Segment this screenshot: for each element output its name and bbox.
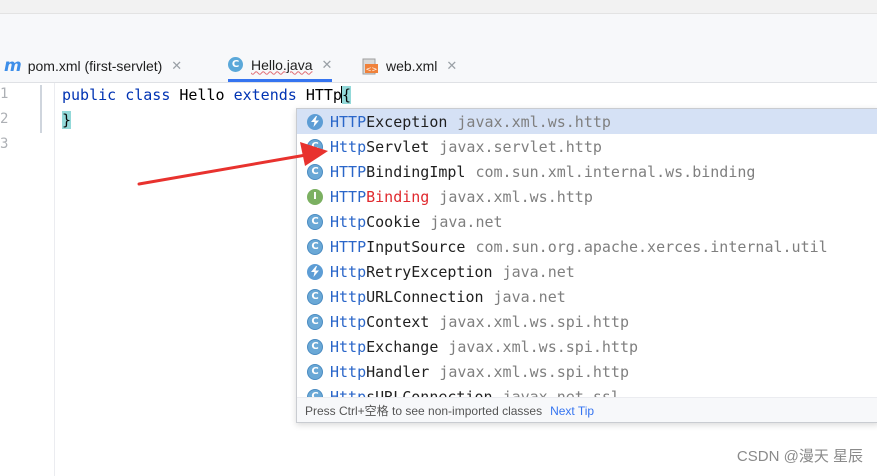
match-text: Http (330, 262, 367, 281)
maven-icon: m (4, 56, 22, 76)
class-icon: C (307, 163, 323, 180)
close-icon[interactable]: ✕ (171, 58, 182, 74)
package-name: javax.xml.ws.spi.http (448, 337, 639, 356)
class-name-rest: URLConnection (366, 287, 484, 306)
match-text: Http (330, 337, 367, 356)
class-icon: C (307, 288, 323, 305)
match-text: Http (330, 362, 367, 381)
class-icon: C (307, 213, 323, 230)
java-class-icon: C (228, 57, 243, 72)
typed-text: HTTp (305, 86, 342, 104)
package-name: java.net (502, 262, 575, 281)
class-name-rest: Cookie (366, 212, 421, 231)
package-name: javax.xml.ws.spi.http (439, 312, 629, 331)
tab-label: web.xml (386, 58, 438, 74)
code-line-2[interactable]: } (62, 111, 72, 129)
package-name: com.sun.org.apache.xerces.internal.util (475, 237, 828, 256)
class-name: Hello (179, 86, 225, 104)
class-name-rest: sURLConnection (366, 387, 493, 398)
class-name-rest: Exception (366, 112, 448, 131)
next-tip-link[interactable]: Next Tip (550, 404, 594, 418)
completion-list[interactable]: HTTP Exception javax.xml.ws.http C Http Servl… (297, 109, 877, 397)
package-name: java.net (493, 287, 566, 306)
completion-item[interactable]: C Http sURLConnection javax.net.ssl (297, 384, 877, 397)
match-text: Http (330, 387, 367, 398)
open-brace: { (341, 86, 351, 104)
line-number-gutter: 1 2 3 (0, 83, 55, 476)
class-icon: C (307, 138, 323, 155)
completion-item[interactable]: C Http Handler javax.xml.ws.spi.http (297, 359, 877, 384)
close-icon[interactable]: ✕ (321, 57, 332, 73)
xml-file-icon: <> (362, 58, 378, 74)
keyword: class (125, 86, 171, 104)
class-name-rest: RetryException (366, 262, 493, 281)
package-name: javax.net.ssl (502, 387, 620, 398)
watermark: CSDN @漫天 星辰 (736, 448, 863, 465)
match-text: HTTP (330, 162, 367, 181)
line-number: 3 (0, 136, 9, 152)
class-icon: C (307, 363, 323, 380)
match-text: HTTP (330, 187, 367, 206)
class-icon: C (307, 388, 323, 397)
match-text: Http (330, 137, 367, 156)
match-text: HTTP (330, 112, 367, 131)
class-name-rest: Exchange (366, 337, 439, 356)
exception-icon (307, 263, 323, 280)
toolbar (0, 0, 877, 14)
class-name-rest: Context (366, 312, 430, 331)
package-name: com.sun.xml.internal.ws.binding (475, 162, 756, 181)
class-name-rest: Handler (366, 362, 430, 381)
class-name-rest: InputSource (366, 237, 466, 256)
completion-item[interactable]: C Http Cookie java.net (297, 209, 877, 234)
completion-item[interactable]: C HTTP InputSource com.sun.org.apache.xerce… (297, 234, 877, 259)
package-name: javax.xml.ws.http (439, 187, 593, 206)
exception-icon (307, 113, 323, 130)
interface-icon: I (307, 188, 323, 205)
close-brace: } (62, 111, 72, 129)
tab-label: pom.xml (first-servlet) (27, 58, 163, 74)
class-name-rest: Servlet (366, 137, 430, 156)
completion-item[interactable]: I HTTP Binding javax.xml.ws.http (297, 184, 877, 209)
match-text: Http (330, 212, 367, 231)
class-icon: C (307, 338, 323, 355)
close-icon[interactable]: ✕ (446, 58, 457, 74)
keyword: extends (233, 86, 297, 104)
code-line-1[interactable]: public class Hello extends HTTp{ (62, 86, 351, 104)
hint-text: Press Ctrl+空格 to see non-imported classe… (305, 404, 543, 418)
line-number: 1 (0, 86, 9, 102)
svg-text:<>: <> (366, 65, 378, 73)
completion-item[interactable]: C Http Exchange javax.xml.ws.spi.http (297, 334, 877, 359)
completion-item[interactable]: Http RetryException java.net (297, 259, 877, 284)
tab-label: Hello.java (251, 56, 313, 73)
tab-pom-xml[interactable]: m pom.xml (first-servlet) ✕ (4, 50, 182, 82)
tab-web-xml[interactable]: <> web.xml ✕ (362, 50, 457, 82)
package-name: javax.xml.ws.http (457, 112, 611, 131)
match-text: Http (330, 287, 367, 306)
package-name: javax.servlet.http (439, 137, 602, 156)
class-icon: C (307, 313, 323, 330)
match-text: Http (330, 312, 367, 331)
package-name: java.net (430, 212, 503, 231)
completion-item[interactable]: C Http Servlet javax.servlet.http (297, 134, 877, 159)
package-name: javax.xml.ws.spi.http (439, 362, 629, 381)
completion-item[interactable]: C Http Context javax.xml.ws.spi.http (297, 309, 877, 334)
editor-tab-bar: m pom.xml (first-servlet) ✕ C Hello.java… (0, 14, 877, 83)
completion-item[interactable]: C Http URLConnection java.net (297, 284, 877, 309)
line-number: 2 (0, 111, 9, 127)
code-completion-popup[interactable]: HTTP Exception javax.xml.ws.http C Http Servl… (296, 108, 877, 423)
class-name-rest: BindingImpl (366, 162, 466, 181)
completion-item[interactable]: C HTTP BindingImpl com.sun.xml.internal.ws.… (297, 159, 877, 184)
match-text: HTTP (330, 237, 367, 256)
completion-item[interactable]: HTTP Exception javax.xml.ws.http (297, 109, 877, 134)
fold-marker[interactable] (40, 85, 42, 133)
class-name-rest: Binding (366, 187, 430, 206)
completion-hint-bar: Press Ctrl+空格 to see non-imported classe… (297, 397, 877, 422)
tab-hello-java[interactable]: C Hello.java ✕ (228, 50, 333, 82)
class-icon: C (307, 238, 323, 255)
keyword: public (62, 86, 117, 104)
